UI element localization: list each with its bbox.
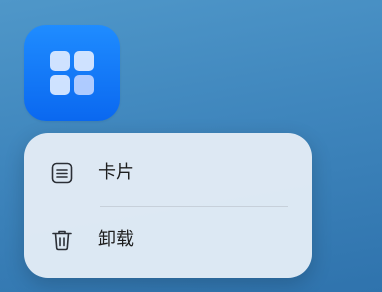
menu-divider	[100, 206, 288, 207]
menu-item-label: 卡片	[98, 162, 134, 183]
menu-item-card[interactable]: 卡片	[24, 143, 312, 203]
context-menu: 卡片 卸载	[24, 133, 312, 278]
grid-tile-icon	[50, 75, 70, 95]
desktop-background: 卡片 卸载	[0, 0, 382, 292]
grid-tile-icon	[50, 51, 70, 71]
app-icon[interactable]	[24, 25, 120, 121]
card-icon	[50, 161, 74, 185]
trash-icon	[50, 228, 74, 252]
grid-tile-icon	[74, 51, 94, 71]
grid-tile-icon	[74, 75, 94, 95]
menu-item-label: 卸载	[98, 229, 134, 250]
menu-item-uninstall[interactable]: 卸载	[24, 210, 312, 270]
